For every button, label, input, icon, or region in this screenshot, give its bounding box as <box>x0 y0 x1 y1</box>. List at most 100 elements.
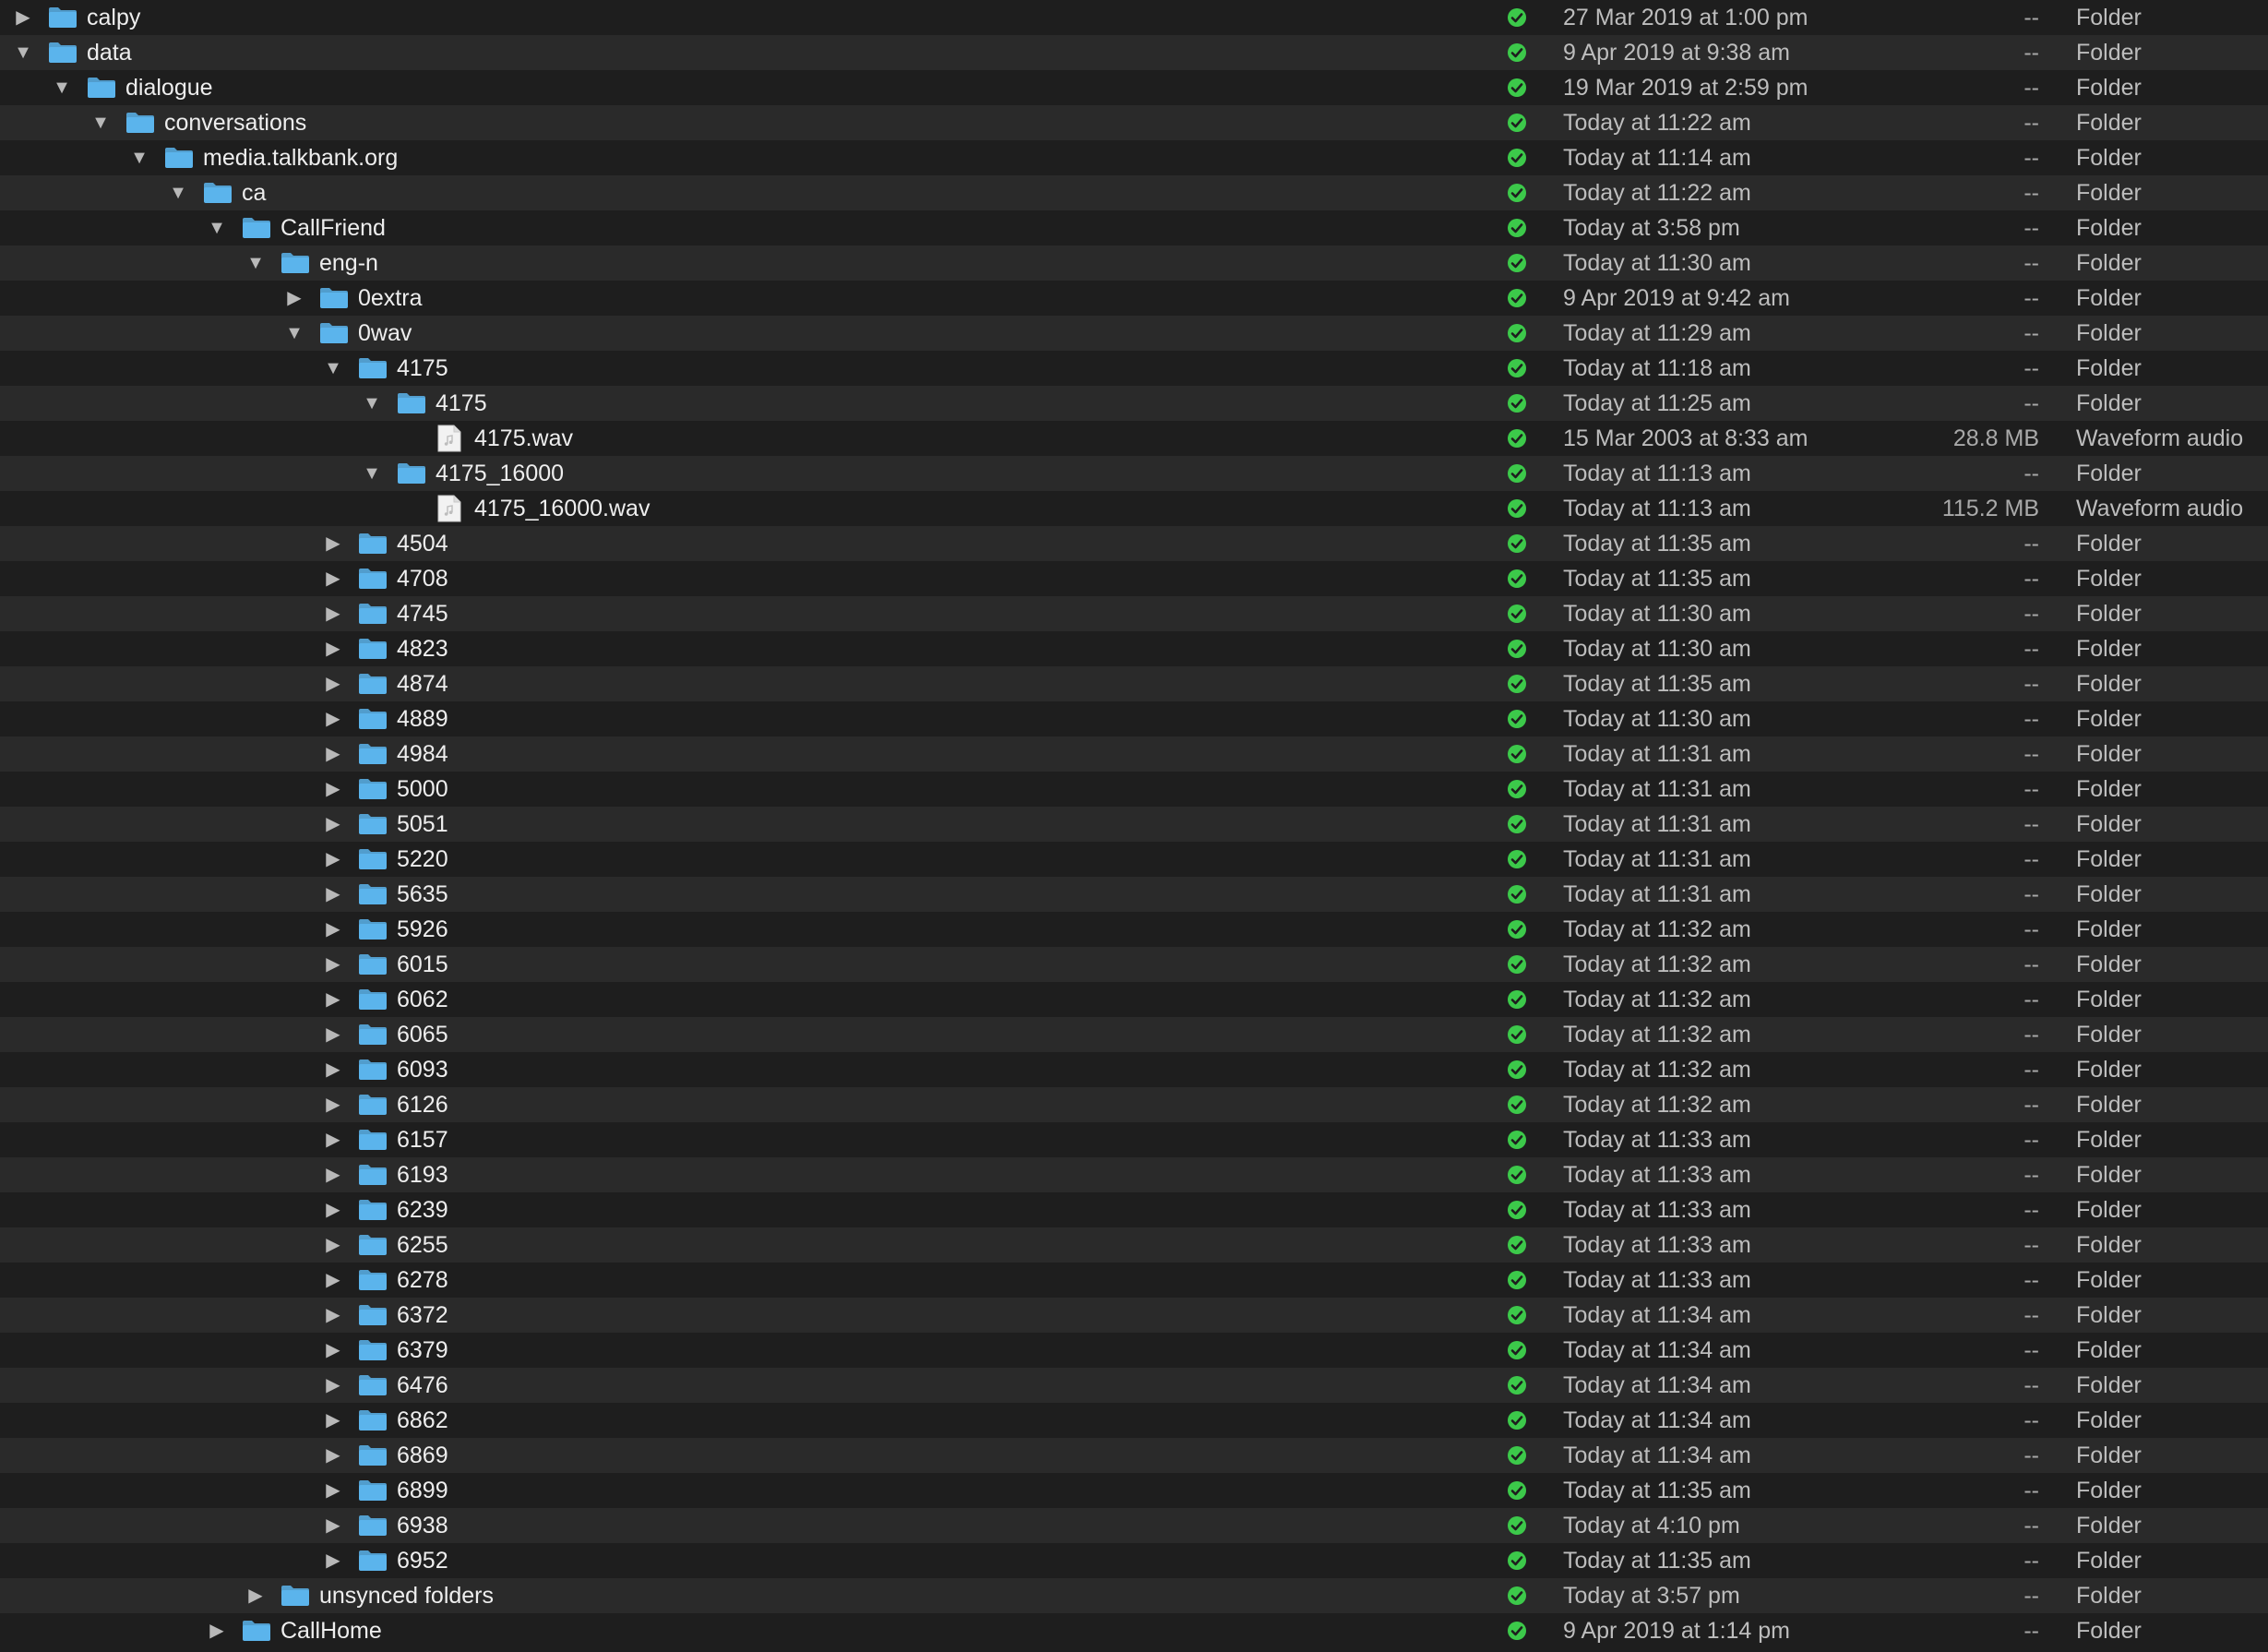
disclosure-collapsed-icon[interactable]: ▶ <box>319 1543 347 1578</box>
disclosure-expanded-icon[interactable]: ▼ <box>87 105 114 140</box>
disclosure-collapsed-icon[interactable]: ▶ <box>319 666 347 701</box>
disclosure-expanded-icon[interactable]: ▼ <box>48 70 76 105</box>
disclosure-collapsed-icon[interactable]: ▶ <box>203 1613 231 1648</box>
list-row-calpy[interactable]: ▶ calpy 27 Mar 2019 at 1:00 pm -- Folder <box>0 0 2268 35</box>
disclosure-collapsed-icon[interactable]: ▶ <box>319 772 347 807</box>
list-row-6476[interactable]: ▶ 6476 Today at 11:34 am -- Folder <box>0 1368 2268 1403</box>
disclosure-collapsed-icon[interactable]: ▶ <box>9 0 37 35</box>
list-row-data[interactable]: ▼ data 9 Apr 2019 at 9:38 am -- Folder <box>0 35 2268 70</box>
disclosure-collapsed-icon[interactable]: ▶ <box>242 1578 269 1613</box>
list-row-4175-wav[interactable]: 4175.wav 15 Mar 2003 at 8:33 am 28.8 MB … <box>0 421 2268 456</box>
disclosure-expanded-icon[interactable]: ▼ <box>9 35 37 70</box>
disclosure-collapsed-icon[interactable]: ▶ <box>319 1508 347 1543</box>
disclosure-collapsed-icon[interactable]: ▶ <box>319 631 347 666</box>
list-row-4175-16000[interactable]: ▼ 4175_16000 Today at 11:13 am -- Folder <box>0 456 2268 491</box>
disclosure-collapsed-icon[interactable]: ▶ <box>319 1333 347 1368</box>
list-row-6278[interactable]: ▶ 6278 Today at 11:33 am -- Folder <box>0 1263 2268 1298</box>
list-row-6379[interactable]: ▶ 6379 Today at 11:34 am -- Folder <box>0 1333 2268 1368</box>
disclosure-collapsed-icon[interactable]: ▶ <box>319 1298 347 1333</box>
folder-icon <box>398 393 425 413</box>
list-row-6869[interactable]: ▶ 6869 Today at 11:34 am -- Folder <box>0 1438 2268 1473</box>
disclosure-expanded-icon[interactable]: ▼ <box>125 140 153 175</box>
synced-checkmark-icon <box>1508 1236 1526 1254</box>
list-row-5926[interactable]: ▶ 5926 Today at 11:32 am -- Folder <box>0 912 2268 947</box>
list-row-4175[interactable]: ▼ 4175 Today at 11:18 am -- Folder <box>0 351 2268 386</box>
list-row-6015[interactable]: ▶ 6015 Today at 11:32 am -- Folder <box>0 947 2268 982</box>
disclosure-collapsed-icon[interactable]: ▶ <box>319 982 347 1017</box>
date-modified: Today at 11:33 am <box>1563 1267 1751 1293</box>
disclosure-collapsed-icon[interactable]: ▶ <box>319 1052 347 1087</box>
list-row-4504[interactable]: ▶ 4504 Today at 11:35 am -- Folder <box>0 526 2268 561</box>
disclosure-expanded-icon[interactable]: ▼ <box>281 316 308 351</box>
disclosure-collapsed-icon[interactable]: ▶ <box>319 701 347 736</box>
list-row-callhome[interactable]: ▶ CallHome 9 Apr 2019 at 1:14 pm -- Fold… <box>0 1613 2268 1648</box>
disclosure-collapsed-icon[interactable]: ▶ <box>319 1263 347 1298</box>
list-row-4708[interactable]: ▶ 4708 Today at 11:35 am -- Folder <box>0 561 2268 596</box>
disclosure-collapsed-icon[interactable]: ▶ <box>281 281 308 316</box>
list-row-4889[interactable]: ▶ 4889 Today at 11:30 am -- Folder <box>0 701 2268 736</box>
list-row-4874[interactable]: ▶ 4874 Today at 11:35 am -- Folder <box>0 666 2268 701</box>
list-row-6255[interactable]: ▶ 6255 Today at 11:33 am -- Folder <box>0 1227 2268 1263</box>
disclosure-collapsed-icon[interactable]: ▶ <box>319 1192 347 1227</box>
disclosure-collapsed-icon[interactable]: ▶ <box>319 1122 347 1157</box>
list-row-conversations[interactable]: ▼ conversations Today at 11:22 am -- Fol… <box>0 105 2268 140</box>
list-row-6126[interactable]: ▶ 6126 Today at 11:32 am -- Folder <box>0 1087 2268 1122</box>
disclosure-collapsed-icon[interactable]: ▶ <box>319 736 347 772</box>
list-row-6065[interactable]: ▶ 6065 Today at 11:32 am -- Folder <box>0 1017 2268 1052</box>
disclosure-expanded-icon[interactable]: ▼ <box>358 456 386 491</box>
list-row-6938[interactable]: ▶ 6938 Today at 4:10 pm -- Folder <box>0 1508 2268 1543</box>
disclosure-collapsed-icon[interactable]: ▶ <box>319 807 347 842</box>
disclosure-collapsed-icon[interactable]: ▶ <box>319 1403 347 1438</box>
list-row-5051[interactable]: ▶ 5051 Today at 11:31 am -- Folder <box>0 807 2268 842</box>
disclosure-expanded-icon[interactable]: ▼ <box>164 175 192 210</box>
list-row-6157[interactable]: ▶ 6157 Today at 11:33 am -- Folder <box>0 1122 2268 1157</box>
folder-icon <box>204 183 232 203</box>
list-row-callfriend[interactable]: ▼ CallFriend Today at 3:58 pm -- Folder <box>0 210 2268 245</box>
item-name: 6372 <box>397 1302 448 1328</box>
disclosure-collapsed-icon[interactable]: ▶ <box>319 947 347 982</box>
disclosure-collapsed-icon[interactable]: ▶ <box>319 1227 347 1263</box>
disclosure-collapsed-icon[interactable]: ▶ <box>319 1368 347 1403</box>
list-row-5000[interactable]: ▶ 5000 Today at 11:31 am -- Folder <box>0 772 2268 807</box>
list-row-0extra[interactable]: ▶ 0extra 9 Apr 2019 at 9:42 am -- Folder <box>0 281 2268 316</box>
disclosure-collapsed-icon[interactable]: ▶ <box>319 1438 347 1473</box>
list-row-4984[interactable]: ▶ 4984 Today at 11:31 am -- Folder <box>0 736 2268 772</box>
list-row-dialogue[interactable]: ▼ dialogue 19 Mar 2019 at 2:59 pm -- Fol… <box>0 70 2268 105</box>
folder-icon <box>359 849 387 869</box>
disclosure-expanded-icon[interactable]: ▼ <box>203 210 231 245</box>
list-row-4175[interactable]: ▼ 4175 Today at 11:25 am -- Folder <box>0 386 2268 421</box>
list-row-6093[interactable]: ▶ 6093 Today at 11:32 am -- Folder <box>0 1052 2268 1087</box>
list-row-ca[interactable]: ▼ ca Today at 11:22 am -- Folder <box>0 175 2268 210</box>
list-row-6062[interactable]: ▶ 6062 Today at 11:32 am -- Folder <box>0 982 2268 1017</box>
list-row-5220[interactable]: ▶ 5220 Today at 11:31 am -- Folder <box>0 842 2268 877</box>
list-row-6239[interactable]: ▶ 6239 Today at 11:33 am -- Folder <box>0 1192 2268 1227</box>
file-size: -- <box>2023 1478 2039 1503</box>
list-row-6899[interactable]: ▶ 6899 Today at 11:35 am -- Folder <box>0 1473 2268 1508</box>
list-row-5635[interactable]: ▶ 5635 Today at 11:31 am -- Folder <box>0 877 2268 912</box>
disclosure-collapsed-icon[interactable]: ▶ <box>319 1157 347 1192</box>
disclosure-collapsed-icon[interactable]: ▶ <box>319 1017 347 1052</box>
list-row-unsynced-folders[interactable]: ▶ unsynced folders Today at 3:57 pm -- F… <box>0 1578 2268 1613</box>
disclosure-expanded-icon[interactable]: ▼ <box>242 245 269 281</box>
list-row-eng-n[interactable]: ▼ eng-n Today at 11:30 am -- Folder <box>0 245 2268 281</box>
disclosure-collapsed-icon[interactable]: ▶ <box>319 1087 347 1122</box>
list-row-6193[interactable]: ▶ 6193 Today at 11:33 am -- Folder <box>0 1157 2268 1192</box>
list-row-media-talkbank-org[interactable]: ▼ media.talkbank.org Today at 11:14 am -… <box>0 140 2268 175</box>
disclosure-expanded-icon[interactable]: ▼ <box>358 386 386 421</box>
list-row-6952[interactable]: ▶ 6952 Today at 11:35 am -- Folder <box>0 1543 2268 1578</box>
disclosure-collapsed-icon[interactable]: ▶ <box>319 1473 347 1508</box>
disclosure-expanded-icon[interactable]: ▼ <box>319 351 347 386</box>
list-row-0wav[interactable]: ▼ 0wav Today at 11:29 am -- Folder <box>0 316 2268 351</box>
disclosure-collapsed-icon[interactable]: ▶ <box>319 526 347 561</box>
list-row-6372[interactable]: ▶ 6372 Today at 11:34 am -- Folder <box>0 1298 2268 1333</box>
date-modified: Today at 11:22 am <box>1563 110 1751 136</box>
disclosure-collapsed-icon[interactable]: ▶ <box>319 596 347 631</box>
list-row-6862[interactable]: ▶ 6862 Today at 11:34 am -- Folder <box>0 1403 2268 1438</box>
disclosure-collapsed-icon[interactable]: ▶ <box>319 912 347 947</box>
disclosure-collapsed-icon[interactable]: ▶ <box>319 877 347 912</box>
disclosure-collapsed-icon[interactable]: ▶ <box>319 842 347 877</box>
list-row-4745[interactable]: ▶ 4745 Today at 11:30 am -- Folder <box>0 596 2268 631</box>
list-row-4823[interactable]: ▶ 4823 Today at 11:30 am -- Folder <box>0 631 2268 666</box>
disclosure-collapsed-icon[interactable]: ▶ <box>319 561 347 596</box>
list-row-4175-16000-wav[interactable]: 4175_16000.wav Today at 11:13 am 115.2 M… <box>0 491 2268 526</box>
